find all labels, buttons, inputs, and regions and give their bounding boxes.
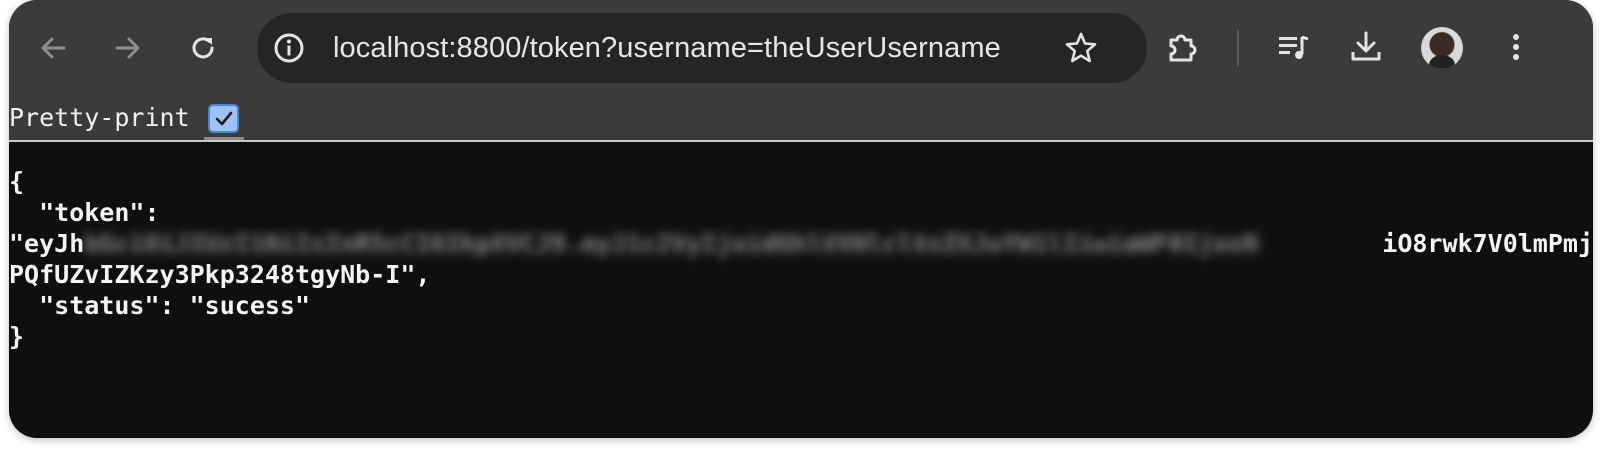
reload-icon: [192, 37, 214, 59]
json-token-key: "token":: [9, 198, 160, 227]
json-status: "status": "sucess": [9, 291, 311, 320]
extensions-button[interactable]: [1159, 24, 1205, 70]
json-token-value-line1: "eyJhbGciOiJIUzI1NiIsInR5cCI6IkpXVCJ9.ey…: [9, 228, 1593, 259]
info-icon: [274, 33, 304, 63]
token-visible-end: iO8rwk7V0lmPmj: [1378, 228, 1593, 259]
address-bar[interactable]: localhost:8800/token?username=theUserUse…: [257, 13, 1147, 83]
pretty-print-checkbox[interactable]: [208, 104, 239, 133]
url-text[interactable]: localhost:8800/token?username=theUserUse…: [333, 13, 1001, 83]
puzzle-icon: [1169, 34, 1197, 62]
json-open-brace: {: [9, 167, 25, 196]
browser-window: localhost:8800/token?username=theUserUse…: [9, 0, 1593, 438]
reload-button[interactable]: [181, 26, 225, 70]
site-info-button[interactable]: [271, 30, 307, 66]
forward-button[interactable]: [106, 26, 150, 70]
arrow-left-icon: [41, 37, 66, 59]
media-controls-button[interactable]: [1271, 24, 1317, 70]
json-body: { "token": "eyJhbGciOiJIUzI1NiIsInR5cCI6…: [9, 166, 1593, 352]
downloads-button[interactable]: [1343, 24, 1389, 70]
json-close-brace: }: [9, 322, 25, 351]
bookmark-button[interactable]: [1063, 30, 1099, 66]
checkbox-focus-underline: [204, 137, 244, 140]
menu-button[interactable]: [1493, 24, 1539, 70]
back-button[interactable]: [31, 26, 75, 70]
pretty-print-bar: Pretty-print: [9, 96, 1593, 142]
playlist-icon: [1279, 35, 1309, 59]
pretty-print-label: Pretty-print: [9, 103, 190, 132]
arrow-right-icon: [115, 37, 140, 59]
checkmark-icon: [215, 111, 232, 125]
star-icon: [1065, 32, 1097, 63]
kebab-menu-icon: [1513, 34, 1519, 60]
toolbar-divider: [1237, 30, 1239, 66]
download-icon: [1351, 31, 1381, 61]
token-visible-start: "eyJh: [9, 229, 85, 258]
browser-toolbar: localhost:8800/token?username=theUserUse…: [9, 0, 1593, 96]
avatar[interactable]: [1421, 27, 1463, 69]
token-redacted: bGciOiJIUzI1NiIsInR5cCI6IkpXVCJ9.eyJ1c2V…: [84, 229, 1259, 258]
json-token-value-line2: PQfUZvIZKzy3Pkp3248tgyNb-I",: [9, 260, 431, 289]
